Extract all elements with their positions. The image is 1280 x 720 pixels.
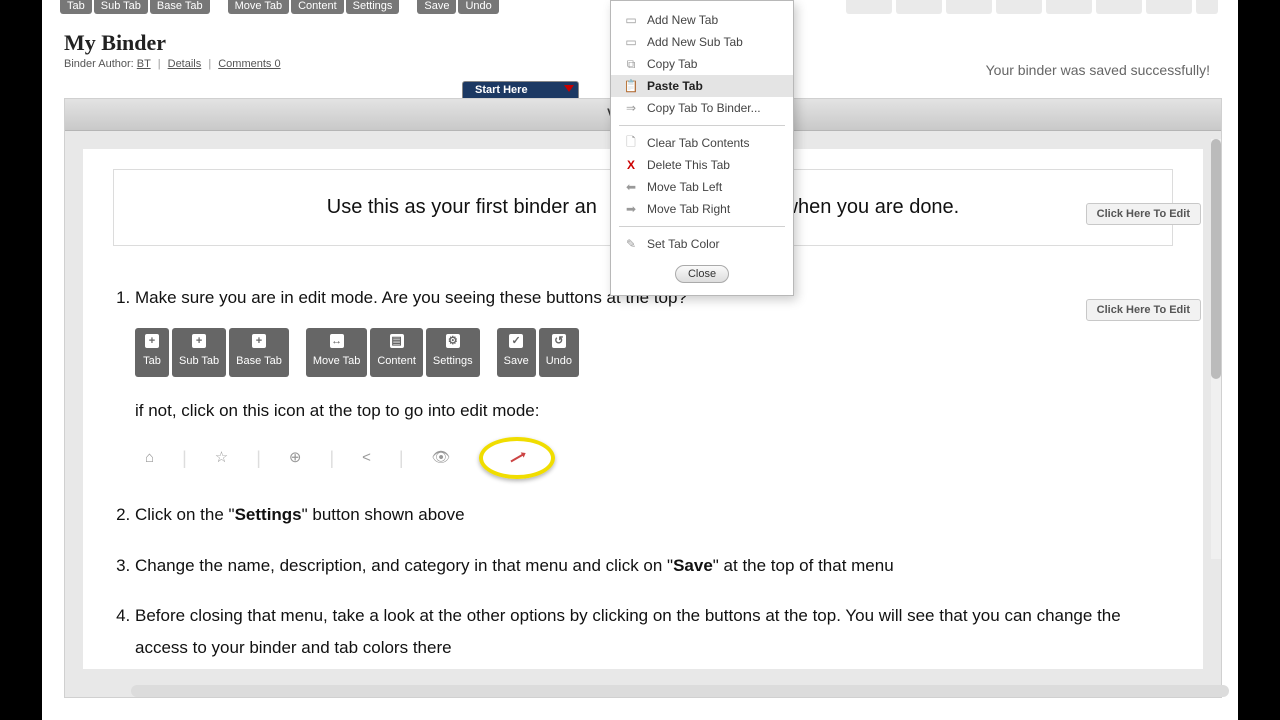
- edit-mode-highlight: [479, 437, 555, 479]
- edit-content-button-2[interactable]: Click Here To Edit: [1086, 299, 1201, 321]
- mini-settings: ⚙Settings: [426, 328, 480, 377]
- copy-icon: ⧉: [623, 57, 639, 71]
- author-label: Binder Author:: [64, 58, 134, 70]
- arrow-right-icon: ➡: [623, 202, 639, 216]
- ctx-set-color[interactable]: ✎Set Tab Color: [611, 233, 793, 255]
- active-tab[interactable]: Start Here: [462, 81, 579, 99]
- copy-to-icon: ⇒: [623, 101, 639, 115]
- mini-content: ▤Content: [370, 328, 423, 377]
- ctx-paste-tab[interactable]: 📋Paste Tab: [611, 75, 793, 97]
- toolbar-save-button[interactable]: Save: [417, 0, 456, 14]
- color-icon: ✎: [623, 237, 639, 251]
- add-subtab-icon: ▭: [623, 35, 639, 49]
- eye-icon: 👁: [432, 444, 451, 473]
- binder-meta: Binder Author: BT | Details | Comments 0: [64, 58, 281, 70]
- steps-list: Make sure you are in edit mode. Are you …: [135, 282, 1173, 665]
- ctx-clear-contents[interactable]: 🗋Clear Tab Contents: [611, 132, 793, 154]
- pencil-icon: [510, 454, 523, 463]
- paste-icon: 📋: [623, 79, 639, 93]
- mini-undo: ↺Undo: [539, 328, 579, 377]
- ghost-toolbar-placeholder: [846, 0, 1218, 14]
- horizontal-scrollbar[interactable]: [131, 685, 1229, 697]
- clear-icon: 🗋: [623, 136, 639, 150]
- ctx-add-subtab[interactable]: ▭Add New Sub Tab: [611, 31, 793, 53]
- arrow-left-icon: ⬅: [623, 180, 639, 194]
- ctx-close-button[interactable]: Close: [675, 265, 729, 283]
- ctx-delete-tab[interactable]: XDelete This Tab: [611, 154, 793, 176]
- step-1: Make sure you are in edit mode. Are you …: [135, 282, 1173, 479]
- toolbar-settings-button[interactable]: Settings: [346, 0, 400, 14]
- edit-content-button-1[interactable]: Click Here To Edit: [1086, 203, 1201, 225]
- home-icon: ⌂: [145, 444, 154, 473]
- star-icon: ☆: [215, 444, 228, 473]
- step-1b-text: if not, click on this icon at the top to…: [135, 395, 1173, 427]
- tab-strip: Start Here: [462, 81, 579, 99]
- ctx-copy-tab[interactable]: ⧉Copy Tab: [611, 53, 793, 75]
- binder-header: My Binder Binder Author: BT | Details | …: [64, 30, 281, 70]
- details-link[interactable]: Details: [168, 58, 202, 70]
- delete-icon: X: [623, 158, 639, 172]
- step-3: Change the name, description, and catego…: [135, 550, 1173, 582]
- toolbar-tab-button[interactable]: Tab: [60, 0, 92, 14]
- mini-toolbar-image: +Tab +Sub Tab +Base Tab ↔Move Tab ▤Conte…: [135, 328, 1173, 377]
- toolbar-undo-button[interactable]: Undo: [458, 0, 498, 14]
- active-tab-label: Start Here: [475, 84, 528, 96]
- step-4: Before closing that menu, take a look at…: [135, 600, 1173, 665]
- mini-movetab: ↔Move Tab: [306, 328, 368, 377]
- main-toolbar: Tab Sub Tab Base Tab Move Tab Content Se…: [60, 0, 515, 14]
- toolbar-content-button[interactable]: Content: [291, 0, 344, 14]
- comments-link[interactable]: Comments 0: [218, 58, 280, 70]
- mini-basetab: +Base Tab: [229, 328, 289, 377]
- edit-icon-row: ⌂ | ☆ | ⊕ | < | 👁: [135, 437, 1173, 479]
- ctx-move-right[interactable]: ➡Move Tab Right: [611, 198, 793, 220]
- toolbar-basetab-button[interactable]: Base Tab: [150, 0, 210, 14]
- step-2: Click on the "Settings" button shown abo…: [135, 499, 1173, 531]
- mini-subtab: +Sub Tab: [172, 328, 226, 377]
- ctx-move-left[interactable]: ⬅Move Tab Left: [611, 176, 793, 198]
- tab-context-menu: ▭Add New Tab ▭Add New Sub Tab ⧉Copy Tab …: [610, 0, 794, 296]
- add-tab-icon: ▭: [623, 13, 639, 27]
- mini-tab: +Tab: [135, 328, 169, 377]
- tab-dropdown-icon[interactable]: [564, 85, 574, 92]
- toolbar-subtab-button[interactable]: Sub Tab: [94, 0, 148, 14]
- ctx-add-tab[interactable]: ▭Add New Tab: [611, 9, 793, 31]
- share-icon: <: [362, 444, 371, 473]
- toolbar-movetab-button[interactable]: Move Tab: [228, 0, 290, 14]
- ctx-copy-to-binder[interactable]: ⇒Copy Tab To Binder...: [611, 97, 793, 119]
- binder-title: My Binder: [64, 30, 281, 56]
- author-link[interactable]: BT: [137, 58, 151, 70]
- plus-icon: ⊕: [289, 444, 302, 473]
- save-success-message: Your binder was saved successfully!: [986, 62, 1210, 78]
- mini-save: ✓Save: [497, 328, 536, 377]
- app-frame: Tab Sub Tab Base Tab Move Tab Content Se…: [42, 0, 1238, 720]
